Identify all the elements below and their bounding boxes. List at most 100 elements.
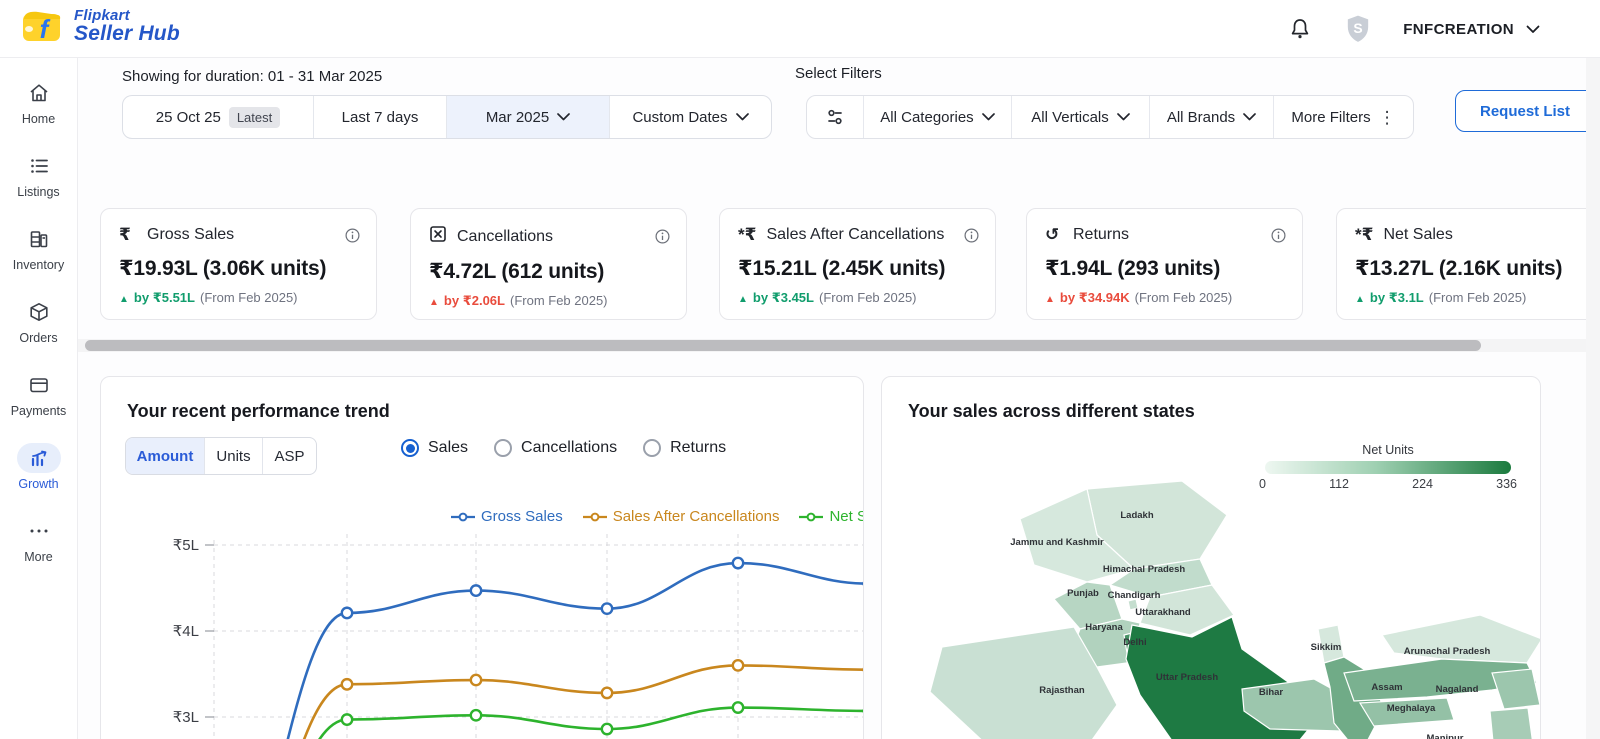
metric-card-returns: ↺ Returns ₹1.94L (293 units) ▲by ₹34.94K… <box>1026 208 1303 320</box>
info-icon[interactable] <box>1271 228 1286 243</box>
data-point[interactable] <box>342 608 352 618</box>
measure-tabs: Amount Units ASP <box>125 437 317 475</box>
sidebar-item-inventory[interactable]: Inventory <box>0 224 77 272</box>
data-point[interactable] <box>602 603 612 613</box>
state-meghalaya[interactable] <box>1360 698 1454 726</box>
vertical-scrollbar-track <box>1586 58 1600 739</box>
radio-icon <box>401 439 419 457</box>
data-point[interactable] <box>342 714 352 724</box>
filter-all-verticals[interactable]: All Verticals <box>1011 96 1149 138</box>
flipkart-seller-hub-logo: f Flipkart Seller Hub <box>20 7 180 45</box>
growth-icon <box>17 443 61 473</box>
sidebar-item-listings[interactable]: Listings <box>0 151 77 199</box>
state-chandigarh[interactable] <box>1128 599 1138 610</box>
top-header: f Flipkart Seller Hub S FNFCREATION <box>0 0 1600 58</box>
radio-icon <box>494 439 512 457</box>
data-point[interactable] <box>602 688 612 698</box>
legend-net-sales[interactable]: Net Sales <box>799 508 864 525</box>
filter-all-categories[interactable]: All Categories <box>863 96 1011 138</box>
radio-returns[interactable]: Returns <box>643 439 726 457</box>
rupee-icon: ₹ <box>119 225 137 245</box>
notification-bell-icon[interactable] <box>1287 16 1313 42</box>
state-sikkim[interactable] <box>1318 625 1344 663</box>
metric-card-net-sales: *₹ Net Sales ₹13.27L (2.16K units) ▲by ₹… <box>1336 208 1600 320</box>
chevron-down-icon <box>1243 113 1256 121</box>
more-icon <box>0 516 77 546</box>
performance-line-chart: ₹5L ₹4L ₹3L <box>101 534 864 739</box>
more-filters-button[interactable]: More Filters ⋮ <box>1273 96 1413 138</box>
net-units-gradient <box>1265 461 1511 474</box>
data-point[interactable] <box>342 679 352 689</box>
info-icon[interactable] <box>655 229 670 244</box>
data-point[interactable] <box>733 660 743 670</box>
duration-option-latest[interactable]: 25 Oct 25 Latest <box>123 96 313 138</box>
data-point[interactable] <box>471 675 481 685</box>
sidebar-item-home[interactable]: Home <box>0 78 77 126</box>
data-point[interactable] <box>602 724 612 734</box>
returns-icon: ↺ <box>1045 225 1063 245</box>
tab-units[interactable]: Units <box>204 438 262 474</box>
sidebar-item-growth[interactable]: Growth <box>0 443 77 491</box>
horizontal-scrollbar[interactable] <box>85 340 1481 351</box>
sidebar-item-payments[interactable]: Payments <box>0 370 77 418</box>
sidebar-item-orders[interactable]: Orders <box>0 297 77 345</box>
data-point[interactable] <box>471 710 481 720</box>
data-point[interactable] <box>733 558 743 568</box>
cancel-square-icon <box>429 225 447 248</box>
metric-delta: ▲by ₹34.94K(From Feb 2025) <box>1045 290 1286 306</box>
metric-value: ₹13.27L (2.16K units) <box>1355 256 1596 281</box>
state-sales-title: Your sales across different states <box>908 401 1195 422</box>
india-choropleth-map: LadakhJammu and KashmirHimachal PradeshP… <box>882 477 1541 739</box>
request-list-button[interactable]: Request List <box>1455 90 1600 132</box>
kebab-menu-icon: ⋮ <box>1379 109 1396 126</box>
sidebar-item-more[interactable]: More <box>0 516 77 564</box>
duration-selector: 25 Oct 25 Latest Last 7 days Mar 2025 Cu… <box>122 95 772 139</box>
radio-cancellations[interactable]: Cancellations <box>494 439 617 457</box>
duration-option-month[interactable]: Mar 2025 <box>446 96 609 138</box>
chevron-down-icon <box>736 113 749 121</box>
state-manipur[interactable] <box>1490 708 1534 739</box>
metric-delta: ▲by ₹3.45L(From Feb 2025) <box>738 290 979 306</box>
performance-trend-title: Your recent performance trend <box>127 401 390 422</box>
legend-sales-after-cancellations[interactable]: Sales After Cancellations <box>583 508 780 525</box>
orders-icon <box>0 297 77 327</box>
info-icon[interactable] <box>345 228 360 243</box>
data-point[interactable] <box>733 702 743 712</box>
tab-asp[interactable]: ASP <box>262 438 316 474</box>
account-menu[interactable]: FNFCREATION <box>1403 21 1540 38</box>
metric-value: ₹15.21L (2.45K units) <box>738 256 979 281</box>
metric-value: ₹19.93L (3.06K units) <box>119 256 360 281</box>
home-icon <box>0 78 77 108</box>
legend-gross-sales[interactable]: Gross Sales <box>451 508 563 525</box>
brand-flipkart: Flipkart <box>74 8 180 23</box>
metric-value: ₹4.72L (612 units) <box>429 259 670 284</box>
tab-amount[interactable]: Amount <box>126 438 204 474</box>
chevron-down-icon <box>1117 113 1130 121</box>
data-point[interactable] <box>471 585 481 595</box>
info-icon[interactable] <box>964 228 979 243</box>
duration-summary: Showing for duration: 01 - 31 Mar 2025 <box>122 68 382 85</box>
state-label: Manipur <box>1427 733 1464 739</box>
latest-badge: Latest <box>229 107 280 128</box>
metric-card-cancellations: Cancellations ₹4.72L (612 units) ▲by ₹2.… <box>410 208 687 320</box>
svg-text:S: S <box>1354 20 1363 36</box>
performance-trend-panel: Your recent performance trend Amount Uni… <box>100 376 864 739</box>
radio-sales[interactable]: Sales <box>401 439 468 457</box>
series-radio-group: Sales Cancellations Returns <box>401 439 726 457</box>
brand-seller-hub: Seller Hub <box>74 23 180 44</box>
metric-value: ₹1.94L (293 units) <box>1045 256 1286 281</box>
legend-marker-icon <box>451 512 475 522</box>
metric-delta: ▲by ₹5.51L(From Feb 2025) <box>119 290 360 306</box>
duration-option-last-7-days[interactable]: Last 7 days <box>313 96 446 138</box>
filter-all-brands[interactable]: All Brands <box>1149 96 1273 138</box>
state-nagaland[interactable] <box>1492 669 1540 709</box>
duration-option-custom-dates[interactable]: Custom Dates <box>609 96 771 138</box>
chevron-down-icon <box>1526 25 1540 34</box>
listings-icon <box>0 151 77 181</box>
metric-delta: ▲by ₹2.06L(From Feb 2025) <box>429 293 670 309</box>
main-content: Showing for duration: 01 - 31 Mar 2025 2… <box>78 58 1600 739</box>
series-line-sales-after-cancellations <box>214 665 864 739</box>
filter-sliders-icon[interactable] <box>807 96 863 138</box>
state-arunachal[interactable] <box>1382 615 1541 663</box>
metric-delta: ▲by ₹3.1L(From Feb 2025) <box>1355 290 1596 306</box>
